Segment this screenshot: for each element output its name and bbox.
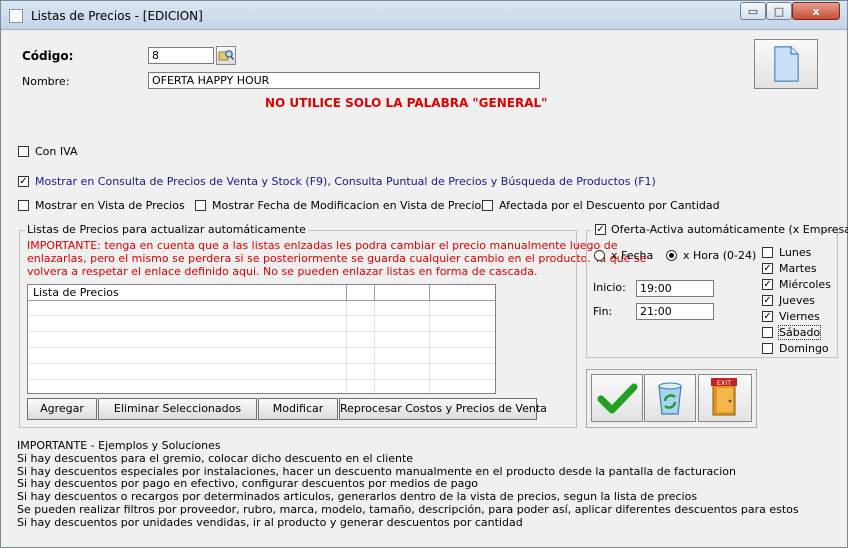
exit-text: EXIT — [717, 379, 731, 387]
mostrar-vista-label: Mostrar en Vista de Precios — [35, 199, 185, 212]
minimize-button[interactable]: ▭ — [740, 2, 766, 20]
grid-row-line — [28, 379, 495, 380]
grid-row-line — [28, 331, 495, 332]
grid-row-line — [28, 347, 495, 348]
day-lunes-label: Lunes — [779, 246, 812, 259]
important-line-1: IMPORTANTE: tenga en cuenta que a las li… — [27, 239, 618, 252]
notes-section: IMPORTANTE - Ejemplos y Soluciones Si ha… — [17, 439, 799, 529]
day-miercoles-checkbox[interactable]: ✓ — [762, 279, 773, 290]
codigo-input[interactable]: 8 — [148, 47, 214, 64]
notes-heading: IMPORTANTE - Ejemplos y Soluciones — [17, 439, 221, 452]
grid-header-lista[interactable]: Lista de Precios — [28, 285, 347, 301]
inicio-label: Inicio: — [593, 281, 626, 294]
x-fecha-label: x Fecha — [611, 249, 654, 262]
day-sabado-checkbox[interactable] — [762, 327, 773, 338]
agregar-button[interactable]: Agregar — [27, 398, 97, 420]
day-domingo-label: Domingo — [779, 342, 829, 355]
maximize-button[interactable]: □ — [766, 2, 792, 20]
recycle-bin-icon — [658, 382, 682, 415]
important-line-2: enlazarlas, pero el mismo se perdera si … — [27, 252, 647, 265]
grid-header-col3[interactable] — [375, 285, 430, 301]
search-icon — [218, 50, 235, 61]
new-document-button[interactable] — [754, 39, 818, 89]
day-martes-checkbox[interactable]: ✓ — [762, 263, 773, 274]
con-iva-label: Con IVA — [35, 145, 78, 158]
exit-door-icon: EXIT — [711, 378, 737, 416]
x-hora-radio[interactable] — [666, 250, 677, 261]
title-bar: Listas de Precios - [EDICION] ▭ □ x — [1, 1, 847, 30]
note-line: Si hay descuentos por unidades vendidas,… — [17, 515, 523, 529]
grid-row-line — [28, 363, 495, 364]
checkmark-icon — [597, 383, 638, 414]
x-fecha-radio[interactable] — [594, 250, 605, 261]
day-viernes-checkbox[interactable]: ✓ — [762, 311, 773, 322]
day-viernes-label: Viernes — [779, 310, 820, 323]
window: Listas de Precios - [EDICION] ▭ □ x Códi… — [0, 0, 848, 548]
day-martes-label: Martes — [779, 262, 817, 275]
eliminar-seleccionados-button[interactable]: Eliminar Seleccionados — [98, 398, 257, 420]
close-button[interactable]: x — [792, 2, 840, 20]
exit-button[interactable]: EXIT — [698, 374, 752, 422]
app-icon — [9, 9, 23, 23]
con-iva-checkbox[interactable] — [18, 146, 29, 157]
mostrar-vista-checkbox[interactable] — [18, 200, 29, 211]
grid-col-line — [374, 301, 375, 393]
grid-header-col2[interactable] — [347, 285, 375, 301]
accept-button[interactable] — [591, 374, 643, 422]
day-sabado-label: Sábado — [777, 325, 822, 340]
mostrar-consulta-label: Mostrar en Consulta de Precios de Venta … — [35, 175, 656, 188]
nombre-input[interactable]: OFERTA HAPPY HOUR — [148, 72, 540, 89]
window-title: Listas de Precios - [EDICION] — [31, 9, 203, 23]
mostrar-fecha-label: Mostrar Fecha de Modificacion en Vista d… — [212, 199, 487, 212]
oferta-activa-checkbox[interactable]: ✓ — [595, 224, 606, 235]
important-line-3: volvera a respetar el enlace definido aq… — [27, 265, 538, 278]
mostrar-fecha-checkbox[interactable] — [195, 200, 206, 211]
grid-row-line — [28, 315, 495, 316]
modificar-button[interactable]: Modificar — [258, 398, 338, 420]
nombre-label: Nombre: — [22, 75, 70, 88]
note-line: Si hay descuentos por pago en efectivo, … — [17, 477, 479, 491]
search-button[interactable] — [216, 46, 236, 65]
note-line: Si hay descuentos o recargos por determi… — [17, 490, 698, 504]
warning-text: NO UTILICE SOLO LA PALABRA "GENERAL" — [265, 96, 548, 110]
grid-col-line — [429, 301, 430, 393]
note-line: Si hay descuentos especiales por instala… — [17, 464, 737, 478]
afectada-label: Afectada por el Descuento por Cantidad — [499, 199, 720, 212]
document-icon — [774, 46, 799, 82]
recycle-button[interactable] — [644, 374, 696, 422]
grid-col-line — [346, 301, 347, 393]
day-jueves-checkbox[interactable]: ✓ — [762, 295, 773, 306]
listas-grid[interactable]: Lista de Precios — [27, 284, 496, 394]
day-lunes-checkbox[interactable] — [762, 247, 773, 258]
grid-header-col4[interactable] — [430, 285, 495, 301]
fin-input[interactable]: 21:00 — [636, 303, 714, 320]
day-miercoles-label: Miércoles — [779, 278, 831, 291]
reprocesar-button[interactable]: Reprocesar Costos y Precios de Venta — [339, 398, 547, 420]
note-line: Se pueden realizar filtros por proveedor… — [17, 502, 799, 516]
codigo-label: Código: — [22, 49, 74, 63]
x-hora-label: x Hora (0-24) — [683, 249, 757, 262]
mostrar-consulta-checkbox[interactable]: ✓ — [18, 176, 29, 187]
inicio-input[interactable]: 19:00 — [636, 280, 714, 297]
listas-group-title: Listas de Precios para actualizar automá… — [25, 223, 308, 236]
afectada-checkbox[interactable] — [482, 200, 493, 211]
day-jueves-label: Jueves — [779, 294, 815, 307]
day-domingo-checkbox[interactable] — [762, 343, 773, 354]
note-line: Si hay descuentos para el gremio, coloca… — [17, 451, 414, 465]
fin-label: Fin: — [593, 305, 613, 318]
oferta-activa-label: Oferta-Activa automáticamente (x Empresa… — [611, 223, 848, 236]
